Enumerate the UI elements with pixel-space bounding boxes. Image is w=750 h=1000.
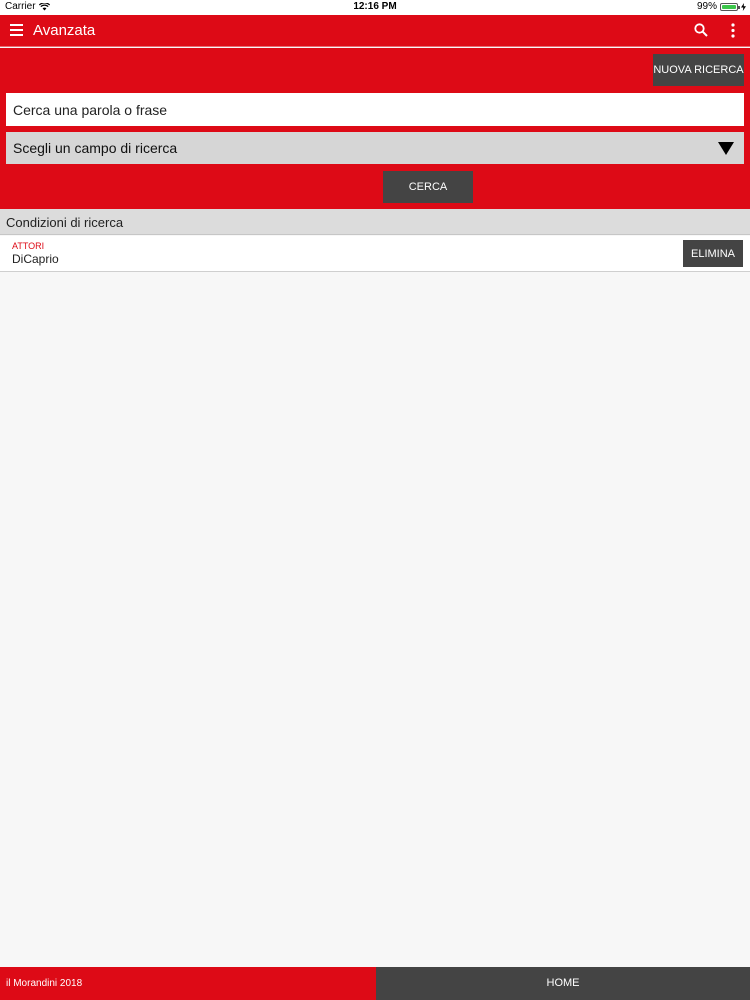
condition-row: ATTORI DiCaprio ELIMINA [0,236,750,272]
battery-status: 99% [697,1,746,12]
condition-value: DiCaprio [12,252,59,266]
search-submit-button[interactable]: CERCA [383,171,473,203]
dropdown-triangle-icon [718,142,734,155]
new-search-button[interactable]: NUOVA RICERCA [653,54,744,86]
search-panel: NUOVA RICERCA Scegli un campo di ricerca… [0,48,750,209]
conditions-header-label: Condizioni di ricerca [6,215,124,230]
home-button-label: HOME [546,977,580,989]
search-field-select-label: Scegli un campo di ricerca [13,140,178,156]
home-button[interactable]: HOME [376,967,750,1000]
footer-copyright-bar: il Morandini 2018 [0,967,376,1000]
footer-copyright: il Morandini 2018 [6,978,83,989]
more-vertical-icon[interactable] [728,23,738,38]
search-icon[interactable] [694,23,708,37]
conditions-header: Condizioni di ricerca [0,209,750,235]
hamburger-menu-icon[interactable] [10,24,23,36]
condition-field-label: ATTORI [12,241,45,251]
battery-icon [720,2,740,11]
search-field-select[interactable]: Scegli un campo di ricerca [6,132,744,164]
status-bar: Carrier 12:16 PM 99% [0,0,750,15]
page-title: Avanzata [33,22,96,39]
charging-bolt-icon [741,2,746,11]
status-time: 12:16 PM [353,1,397,12]
delete-condition-button[interactable]: ELIMINA [683,240,743,267]
search-input[interactable] [6,93,744,126]
app-bar: Avanzata [0,15,750,47]
battery-percent: 99% [696,1,717,12]
